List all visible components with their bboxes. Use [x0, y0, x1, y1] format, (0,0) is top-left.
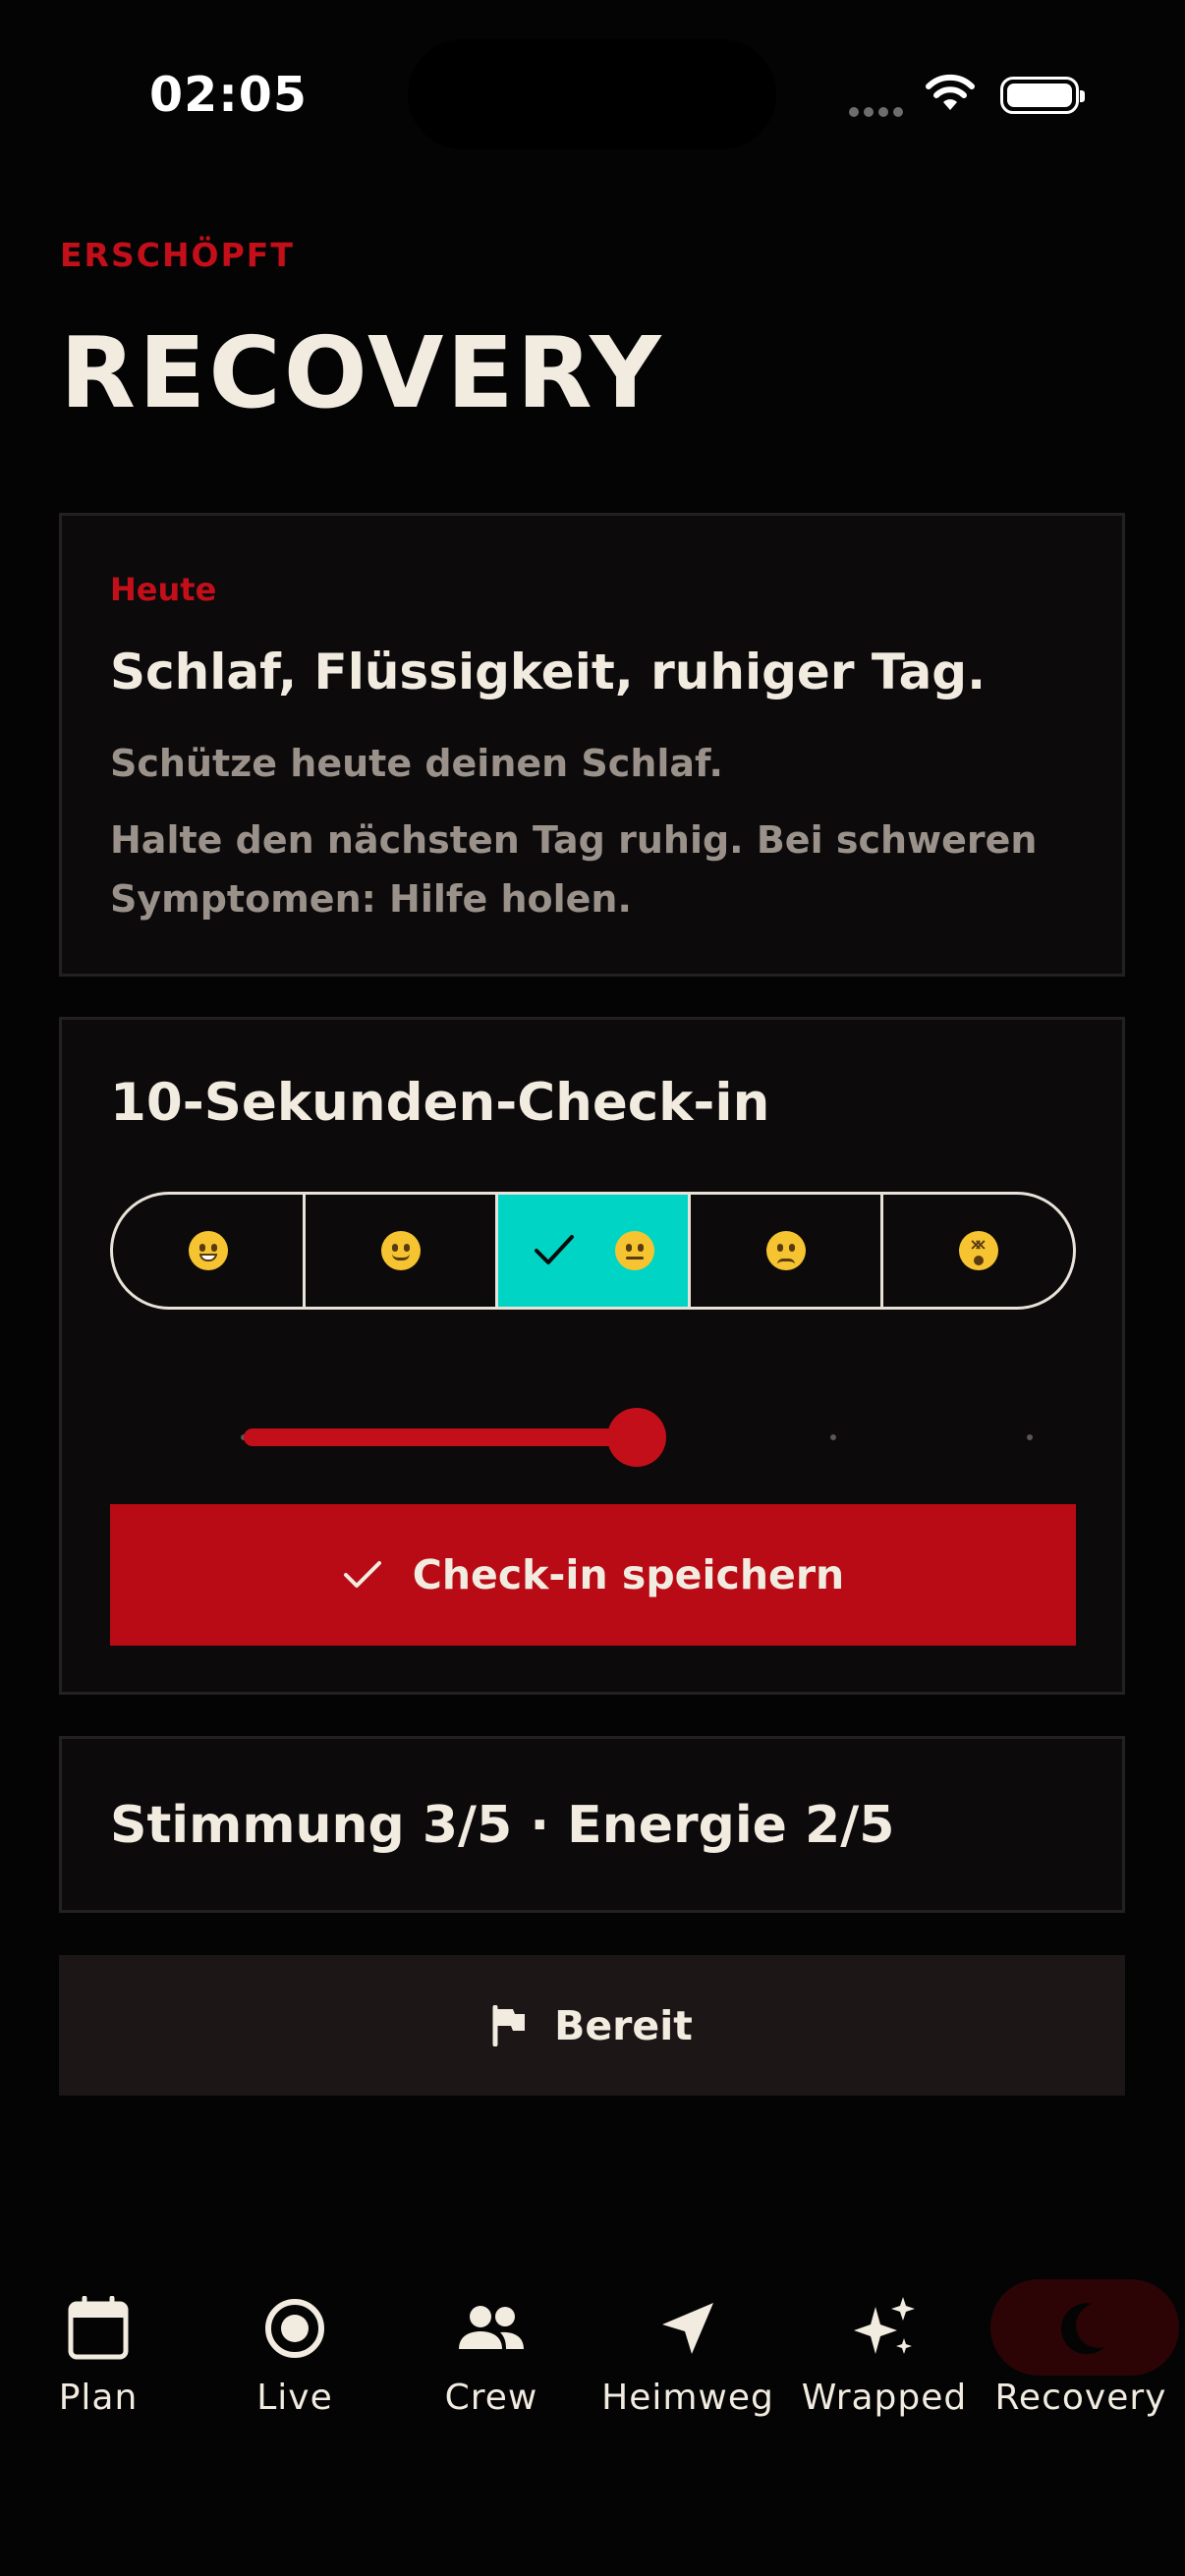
slider-step-dot	[830, 1434, 836, 1440]
today-advice-line: Schütze heute deinen Schlaf.	[110, 742, 723, 785]
tab-recovery[interactable]: Recovery	[983, 2279, 1179, 2436]
ready-button[interactable]: Bereit	[59, 1955, 1125, 2096]
mood-option-2[interactable]	[306, 1195, 498, 1307]
slider-thumb[interactable]	[607, 1408, 666, 1467]
tab-plan[interactable]: Plan	[0, 2279, 197, 2436]
slider-step-dot	[1027, 1434, 1033, 1440]
save-checkin-button[interactable]: Check-in speichern	[110, 1504, 1076, 1646]
sparkles-icon	[854, 2297, 915, 2354]
calendar-icon	[68, 2296, 129, 2360]
today-headline: Schlaf, Flüssigkeit, ruhiger Tag.	[110, 644, 987, 700]
tab-label: Heimweg	[601, 2378, 774, 2418]
mood-option-1[interactable]	[113, 1195, 306, 1307]
tab-label: Live	[256, 2378, 333, 2418]
energy-slider[interactable]	[180, 1408, 1064, 1467]
tab-label: Wrapped	[801, 2378, 968, 2418]
slightly-smiling-face-icon	[380, 1231, 421, 1270]
checkmark-icon	[343, 1561, 381, 1588]
grinning-face-icon	[188, 1231, 228, 1270]
tab-label: Crew	[444, 2378, 538, 2418]
tab-wrapped[interactable]: Wrapped	[786, 2279, 983, 2436]
record-icon	[265, 2299, 324, 2358]
tab-label: Recovery	[994, 2378, 1167, 2418]
slider-fill	[244, 1428, 637, 1446]
tab-bar: Plan Live Crew Heimweg Wrapped Recovery	[0, 2260, 1185, 2456]
navigation-arrow-icon	[662, 2303, 713, 2354]
moon-icon	[1060, 2303, 1104, 2355]
pensive-face-icon	[765, 1231, 806, 1270]
save-checkin-label: Check-in speichern	[412, 1551, 845, 1598]
flag-icon	[492, 2004, 526, 2046]
people-icon	[459, 2306, 524, 2349]
cellular-signal-icon	[849, 102, 908, 121]
tab-heimweg[interactable]: Heimweg	[590, 2279, 786, 2436]
dynamic-island	[408, 39, 776, 149]
mood-option-4[interactable]	[691, 1195, 883, 1307]
state-eyebrow: ERSCHÖPFT	[60, 236, 295, 274]
today-card: Heute Schlaf, Flüssigkeit, ruhiger Tag. …	[59, 513, 1125, 977]
mood-segmented-control	[110, 1192, 1076, 1310]
checkmark-icon	[534, 1235, 574, 1264]
checkin-card: 10-Sekunden-Check-in Check-in speichern	[59, 1017, 1125, 1695]
summary-card: Stimmung 3/5 · Energie 2/5	[59, 1736, 1125, 1913]
page-title: RECOVERY	[60, 315, 664, 430]
ready-label: Bereit	[554, 2001, 693, 2049]
battery-icon	[1000, 77, 1085, 114]
mood-option-3[interactable]	[498, 1195, 691, 1307]
summary-text: Stimmung 3/5 · Energie 2/5	[110, 1796, 895, 1855]
tab-crew[interactable]: Crew	[393, 2279, 590, 2436]
today-label: Heute	[110, 571, 217, 608]
today-advice-detail: Halte den nächsten Tag ruhig. Bei schwer…	[110, 818, 1038, 921]
neutral-face-icon	[614, 1231, 654, 1270]
dizzy-face-icon	[958, 1231, 998, 1270]
status-time: 02:05	[149, 67, 308, 123]
tab-label: Plan	[58, 2378, 139, 2418]
checkin-title: 10-Sekunden-Check-in	[110, 1073, 770, 1133]
wifi-icon	[926, 74, 975, 110]
mood-option-5[interactable]	[883, 1195, 1073, 1307]
tab-live[interactable]: Live	[197, 2279, 393, 2436]
